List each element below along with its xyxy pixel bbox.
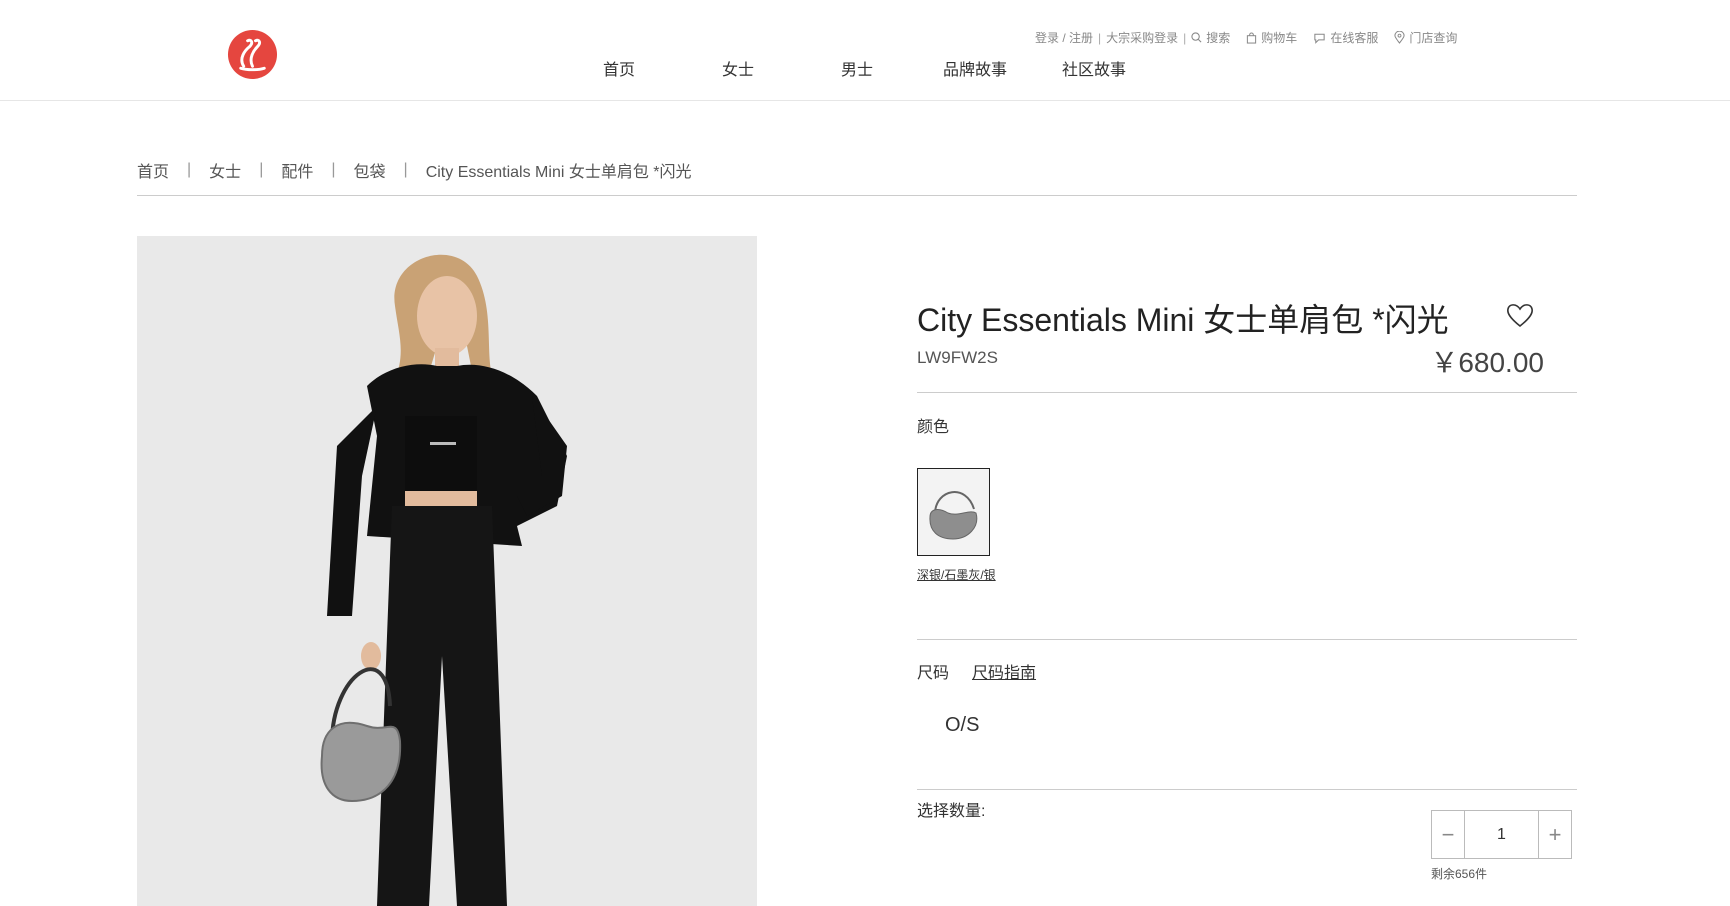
bag-thumbnail bbox=[918, 469, 989, 555]
size-guide-link[interactable]: 尺码指南 bbox=[972, 659, 1036, 683]
product-price: ￥680.00 bbox=[1430, 347, 1544, 378]
service-link[interactable]: 在线客服 bbox=[1313, 29, 1378, 46]
search-link[interactable]: 搜索 bbox=[1191, 29, 1230, 46]
cart-label: 购物车 bbox=[1261, 31, 1298, 45]
main-nav: 首页 女士 男士 品牌故事 社区故事 bbox=[0, 56, 1730, 80]
color-label: 颜色 bbox=[917, 419, 950, 436]
size-option-os[interactable]: O/S bbox=[945, 714, 979, 737]
breadcrumb-divider bbox=[137, 195, 1577, 196]
nav-men[interactable]: 男士 bbox=[841, 56, 873, 80]
store-locator-link[interactable]: 门店查询 bbox=[1394, 29, 1457, 46]
search-label: 搜索 bbox=[1206, 31, 1231, 45]
site-header: 登录 / 注册 | 大宗采购登录 | 搜索 购物车 在线客服 门店查询 首页 女… bbox=[0, 0, 1730, 101]
quantity-stepper: − 1 + bbox=[1431, 810, 1572, 859]
breadcrumb-accessories[interactable]: 配件 bbox=[281, 158, 313, 182]
minus-icon[interactable]: − bbox=[1432, 811, 1464, 858]
color-name-link[interactable]: 深银/石墨灰/银 bbox=[917, 566, 996, 583]
chat-icon bbox=[1314, 33, 1325, 44]
product-sku: LW9FW2S bbox=[917, 348, 998, 367]
divider bbox=[917, 392, 1577, 393]
quantity-label: 选择数量: bbox=[917, 803, 986, 820]
breadcrumb: 首页 | 女士 | 配件 | 包袋 | City Essentials Mini… bbox=[137, 158, 692, 182]
heart-icon[interactable] bbox=[1505, 300, 1535, 330]
nav-women[interactable]: 女士 bbox=[722, 56, 754, 80]
utility-bar: 登录 / 注册 | 大宗采购登录 | 搜索 购物车 在线客服 门店查询 bbox=[1035, 29, 1458, 46]
search-icon bbox=[1191, 32, 1202, 43]
stock-remaining: 剩余656件 bbox=[1431, 867, 1488, 881]
bulk-login-link[interactable]: 大宗采购登录 bbox=[1106, 29, 1178, 46]
product-title: City Essentials Mini 女士单肩包 *闪光 bbox=[917, 302, 1449, 338]
breadcrumb-women[interactable]: 女士 bbox=[209, 158, 241, 182]
nav-community-story[interactable]: 社区故事 bbox=[1062, 56, 1126, 80]
nav-brand-story[interactable]: 品牌故事 bbox=[943, 56, 1007, 80]
nav-home[interactable]: 首页 bbox=[603, 56, 635, 80]
store-locator-label: 门店查询 bbox=[1409, 31, 1458, 45]
bag-icon bbox=[1247, 31, 1257, 44]
plus-icon[interactable]: + bbox=[1539, 811, 1571, 858]
breadcrumb-bags[interactable]: 包袋 bbox=[354, 158, 386, 182]
breadcrumb-current: City Essentials Mini 女士单肩包 *闪光 bbox=[425, 164, 692, 181]
divider bbox=[917, 789, 1577, 790]
service-label: 在线客服 bbox=[1330, 31, 1379, 45]
location-icon bbox=[1394, 31, 1405, 44]
size-label: 尺码 bbox=[917, 665, 950, 682]
cart-link[interactable]: 购物车 bbox=[1246, 29, 1297, 46]
color-swatch-selected[interactable] bbox=[917, 468, 990, 556]
login-link[interactable]: 登录 / 注册 bbox=[1035, 29, 1093, 46]
breadcrumb-home[interactable]: 首页 bbox=[137, 158, 169, 182]
model-illustration bbox=[137, 236, 757, 906]
divider bbox=[917, 639, 1577, 640]
quantity-input[interactable]: 1 bbox=[1464, 811, 1539, 858]
product-photo[interactable] bbox=[137, 236, 757, 906]
